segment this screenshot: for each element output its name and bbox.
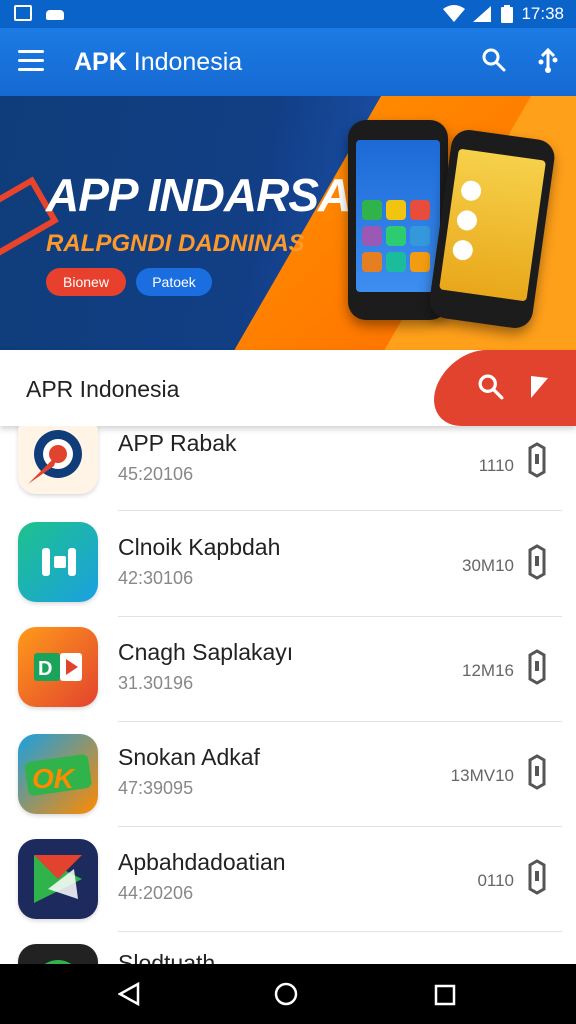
cloud-notification-icon [46,10,64,20]
share-icon[interactable] [538,48,558,74]
app-meta: 31.30196 [118,673,194,693]
app-size: 0110 [477,871,514,890]
app-size: 30M10 [462,556,514,575]
app-name: APP Rabak [118,430,237,456]
app-icon: D [18,627,98,707]
status-time: 17:38 [521,4,564,23]
search-icon[interactable] [482,48,506,72]
app-icon [18,944,98,964]
svg-text:D: D [38,658,52,680]
search-card-search-icon[interactable] [478,374,504,400]
cursor-arrow-icon[interactable] [528,374,552,400]
recent-apps-icon[interactable] [434,984,456,1006]
list-item[interactable]: Clnoik Kapbdah 42:30106 30M10 [0,512,576,617]
signal-icon [473,6,492,22]
home-icon[interactable] [274,982,298,1006]
banner-headline: APP INDARSAI [46,169,363,221]
svg-text:OK: OK [32,763,76,794]
search-card-label: APR Indonesia [26,376,180,402]
app-title-brand: APK [74,48,127,76]
list-item[interactable]: APP Rabak 45:20106 1110 [0,426,576,511]
back-icon[interactable] [118,982,140,1006]
app-name: Cnagh Saplakayı [118,639,294,665]
download-icon[interactable] [526,649,548,685]
download-icon[interactable] [526,442,548,478]
app-name: Snokan Adkaf [118,744,260,770]
app-icon: OK [18,734,98,814]
status-bar: 17:38 [0,0,576,28]
app-meta: 42:30106 [118,568,194,588]
list-item[interactable]: D Cnagh Saplakayı 31.30196 12M16 [0,617,576,722]
app-bar: APK Indonesia [0,28,576,96]
app-name: Slodtuath [118,950,216,964]
download-icon[interactable] [526,754,548,790]
app-size: 1110 [478,456,514,475]
list-item[interactable]: OK Snokan Adkaf 47:39095 13MV10 [0,722,576,827]
gallery-notification-icon [14,5,32,21]
app-meta: 45:20106 [118,464,194,484]
app-name: Clnoik Kapbdah [118,534,281,560]
app-name: Apbahdadoatian [118,849,286,875]
app-size: 13MV10 [450,766,514,785]
app-icon [18,426,98,494]
app-meta: 44:20206 [118,883,194,903]
list-item[interactable]: Apbahdadoatian 44:20206 0110 [0,827,576,932]
list-item[interactable]: Slodtuath [0,932,576,964]
download-icon[interactable] [526,859,548,895]
banner-secondary-button[interactable]: Patoek [136,268,212,296]
wifi-icon [443,5,466,22]
app-list: APP Rabak 45:20106 1110 Clnoik Kapbdah 4… [0,426,576,964]
download-icon[interactable] [526,544,548,580]
promo-banner[interactable]: APP INDARSAI RALPGNDI DADNINAS Bionew Pa… [0,96,576,350]
app-title-rest: Indonesia [126,48,243,76]
navigation-bar [0,964,576,1024]
app-title: APK Indonesia [74,48,242,77]
app-size: 12M16 [462,661,514,680]
banner-primary-button[interactable]: Bionew [46,268,126,296]
app-icon [18,522,98,602]
app-icon [18,839,98,919]
divider [118,510,562,511]
battery-icon [501,5,514,23]
hamburger-menu-icon[interactable] [18,50,44,72]
banner-subline: RALPGNDI DADNINAS [46,230,305,257]
app-meta: 47:39095 [118,778,194,798]
search-card[interactable]: APR Indonesia [0,350,576,426]
